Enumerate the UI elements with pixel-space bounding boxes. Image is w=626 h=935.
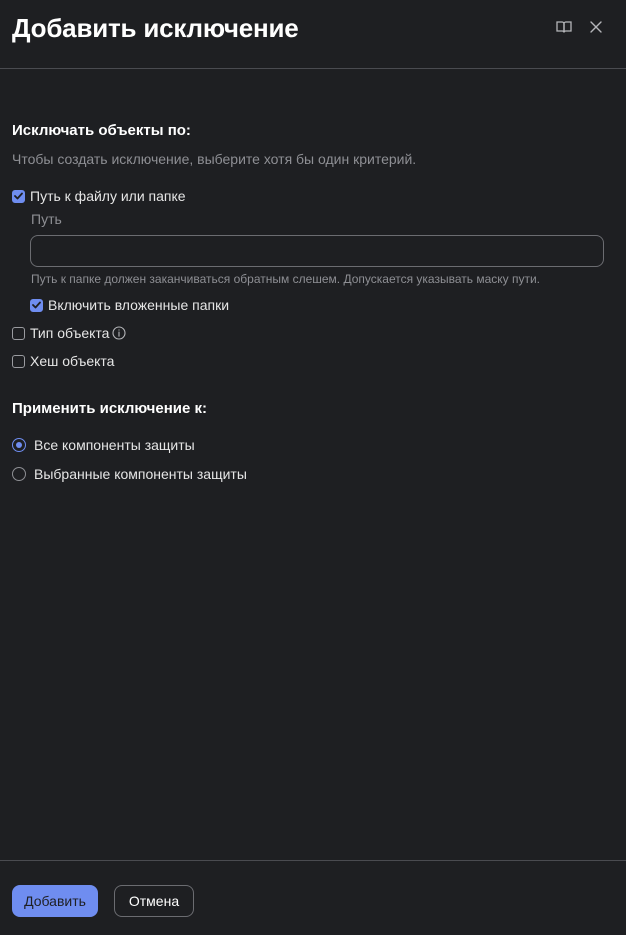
cancel-button[interactable]: Отмена [114,885,194,917]
subfolders-checkbox-label: Включить вложенные папки [48,297,230,313]
path-checkbox[interactable]: Путь к файлу или папке [12,187,186,205]
object-type-checkbox[interactable]: Тип объекта [12,324,126,342]
exclude-section-title: Исключать объекты по: [12,122,191,139]
subfolders-checkbox[interactable]: Включить вложенные папки [30,296,229,314]
add-button[interactable]: Добавить [12,885,98,917]
close-icon[interactable] [587,18,605,36]
dialog-header: Добавить исключение [0,0,626,69]
object-hash-checkbox-label: Хеш объекта [30,353,115,369]
radio-selected-components[interactable]: Выбранные компоненты защиты [12,465,247,483]
dialog-title: Добавить исключение [12,13,299,43]
radio-unselected-icon[interactable] [12,467,26,481]
path-field-hint: Путь к папке должен заканчиваться обратн… [31,272,541,286]
checkbox-checked-icon[interactable] [30,298,43,312]
radio-all-components-label: Все компоненты защиты [34,437,195,453]
exclude-section-hint: Чтобы создать исключение, выберите хотя … [12,151,417,167]
path-checkbox-label: Путь к файлу или папке [30,188,186,204]
radio-selected-components-label: Выбранные компоненты защиты [34,466,247,482]
apply-section-title: Применить исключение к: [12,400,207,417]
path-input[interactable] [30,235,604,267]
checkbox-unchecked-icon[interactable] [12,326,25,340]
path-field-label: Путь [31,211,62,227]
info-icon[interactable] [112,326,126,340]
radio-selected-icon[interactable] [12,438,26,452]
book-icon[interactable] [555,18,573,36]
checkbox-unchecked-icon[interactable] [12,354,25,368]
radio-all-components[interactable]: Все компоненты защиты [12,436,195,454]
object-type-checkbox-label: Тип объекта [30,325,110,341]
object-hash-checkbox[interactable]: Хеш объекта [12,352,114,370]
checkbox-checked-icon[interactable] [12,189,25,203]
dialog-footer: Добавить Отмена [0,860,626,935]
